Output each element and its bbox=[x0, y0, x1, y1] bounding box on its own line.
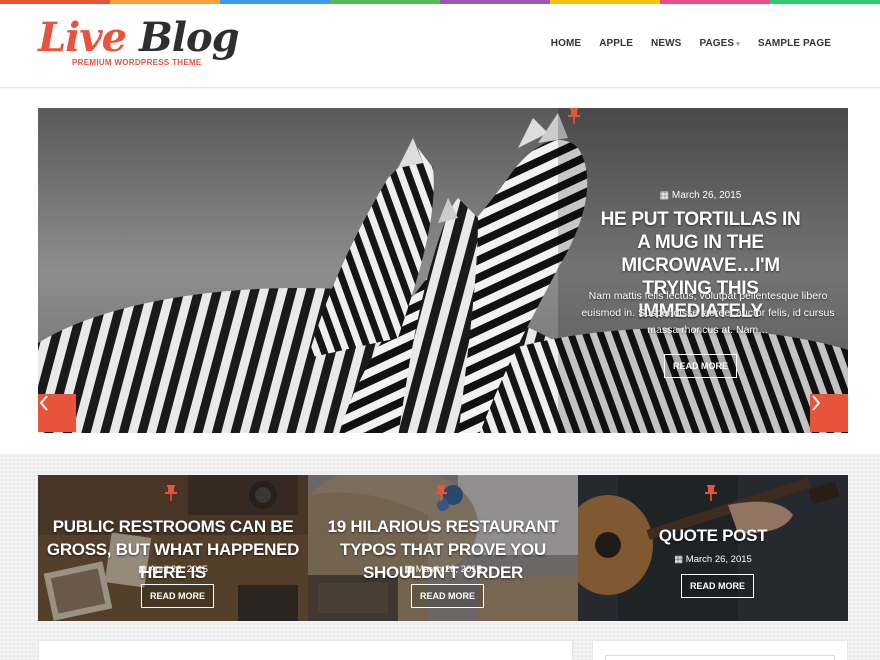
pushpin-icon bbox=[705, 485, 717, 501]
featured-cards: PUBLIC RESTROOMS CAN BE GROSS, BUT WHAT … bbox=[38, 475, 848, 621]
logo-tagline: PREMIUM WORDPRESS THEME bbox=[72, 58, 202, 67]
logo-word-live: Live bbox=[38, 14, 127, 61]
nav-item-news[interactable]: NEWS bbox=[642, 38, 690, 49]
content-area bbox=[38, 640, 573, 660]
card-read-more-button[interactable]: READ MORE bbox=[411, 584, 485, 608]
featured-card[interactable]: QUOTE POST ▦ March 26, 2015 READ MORE bbox=[578, 475, 848, 621]
slider-next-button[interactable] bbox=[810, 394, 848, 432]
calendar-icon: ▦ bbox=[659, 190, 672, 201]
slide-caption: ▦ March 26, 2015 HE PUT TORTILLAS IN A M… bbox=[568, 108, 848, 433]
site-logo[interactable]: Live Blog PREMIUM WORDPRESS THEME bbox=[38, 14, 240, 74]
card-date-text: April 26, 2015 bbox=[149, 564, 208, 575]
slide-read-more-button[interactable]: READ MORE bbox=[664, 354, 738, 378]
featured-card[interactable]: 19 HILARIOUS RESTAURANT TYPOS THAT PROVE… bbox=[308, 475, 578, 621]
chevron-down-icon: ▾ bbox=[736, 41, 740, 48]
slider-prev-button[interactable] bbox=[38, 394, 76, 432]
slide-date: ▦ March 26, 2015 bbox=[568, 190, 833, 201]
card-read-more-button[interactable]: READ MORE bbox=[681, 574, 755, 598]
slide-date-text: March 26, 2015 bbox=[671, 190, 742, 201]
sidebar-widget bbox=[592, 640, 848, 660]
pushpin-icon bbox=[435, 485, 447, 501]
slide-excerpt: Nam mattis felis lectus, volutpat pellen… bbox=[581, 290, 835, 336]
chevron-left-icon bbox=[39, 395, 48, 411]
pushpin-icon bbox=[568, 108, 580, 124]
featured-slider: ▦ March 26, 2015 HE PUT TORTILLAS IN A M… bbox=[38, 108, 848, 433]
nav-item-pages-label: PAGES bbox=[699, 38, 735, 49]
calendar-icon: ▦ bbox=[404, 564, 416, 575]
logo-word-blog: Blog bbox=[138, 14, 240, 61]
card-date: ▦ March 26, 2015 bbox=[578, 554, 848, 565]
chevron-right-icon bbox=[812, 395, 821, 411]
calendar-icon: ▦ bbox=[674, 554, 686, 565]
card-date: ▦ March 26, 2015 bbox=[308, 564, 578, 575]
card-date: ▦ April 26, 2015 bbox=[38, 564, 308, 575]
logo-wordmark: Live Blog bbox=[38, 14, 240, 62]
site-header: Live Blog PREMIUM WORDPRESS THEME HOME A… bbox=[0, 4, 880, 88]
card-title[interactable]: QUOTE POST bbox=[584, 524, 842, 547]
nav-item-apple[interactable]: APPLE bbox=[590, 38, 642, 49]
nav-item-home[interactable]: HOME bbox=[542, 38, 590, 49]
featured-card[interactable]: PUBLIC RESTROOMS CAN BE GROSS, BUT WHAT … bbox=[38, 475, 308, 621]
card-read-more-button[interactable]: READ MORE bbox=[141, 584, 215, 608]
card-date-text: March 26, 2015 bbox=[415, 564, 482, 575]
main-nav: HOME APPLE NEWS PAGES ▾ SAMPLE PAGE bbox=[542, 38, 840, 49]
nav-item-sample-page[interactable]: SAMPLE PAGE bbox=[749, 38, 840, 49]
pushpin-icon bbox=[165, 485, 177, 501]
nav-item-pages[interactable]: PAGES ▾ bbox=[690, 38, 748, 49]
sidebar-widget-box bbox=[605, 655, 835, 660]
card-date-text: March 26, 2015 bbox=[685, 554, 752, 565]
calendar-icon: ▦ bbox=[138, 564, 150, 575]
